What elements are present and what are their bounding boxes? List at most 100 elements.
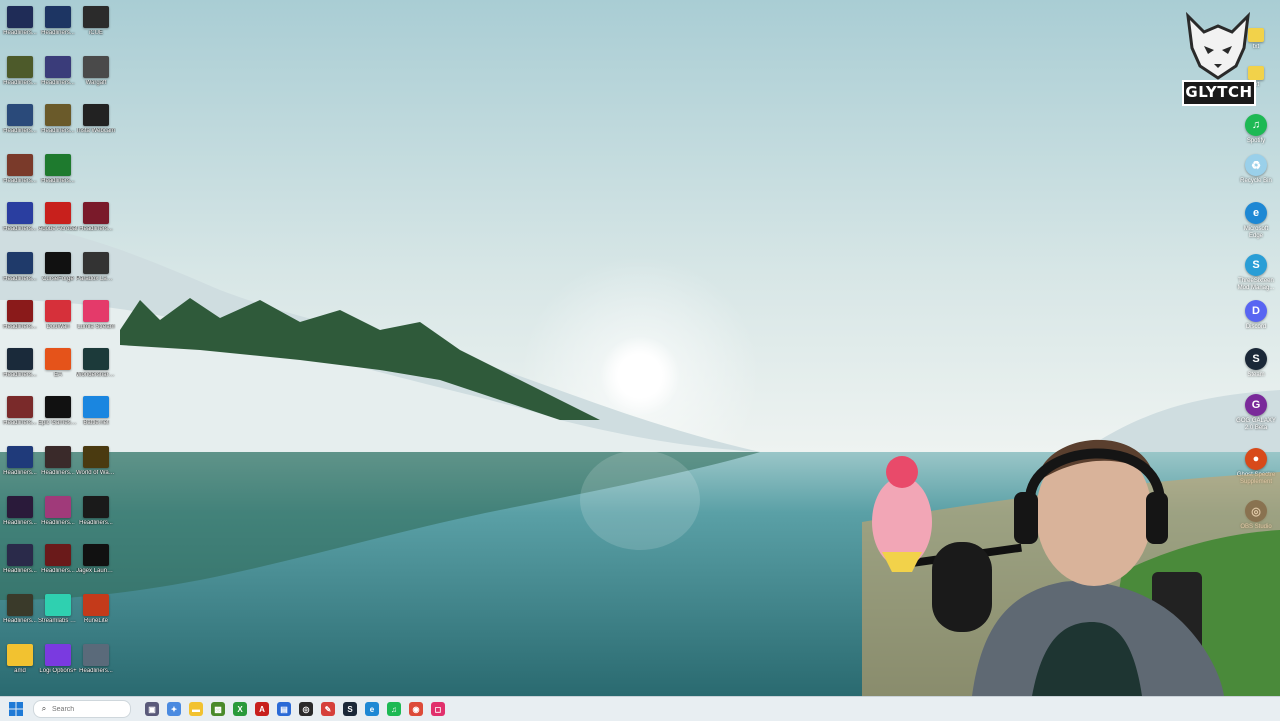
desktop-icon-label: Lumia Stream	[77, 324, 115, 330]
desktop-icon[interactable]: Headliners...	[2, 252, 38, 283]
steam-icon[interactable]: S	[343, 702, 357, 716]
desktop-icon[interactable]: EA	[40, 348, 76, 379]
app-thumbnail-icon	[7, 202, 33, 224]
desktop-icon[interactable]: S Steam	[1236, 348, 1276, 379]
minecraft-icon[interactable]: ▩	[211, 702, 225, 716]
desktop-icon[interactable]: RuneLite	[78, 594, 114, 625]
start-button[interactable]	[7, 700, 25, 718]
desktop-icon[interactable]: CurseForge	[40, 252, 76, 283]
app-thumbnail-icon	[7, 300, 33, 322]
desktop-icon-label: Recycle Bin	[1240, 178, 1272, 184]
desktop-icon[interactable]: e Microsoft Edge	[1236, 202, 1276, 240]
app-thumbnail-icon	[83, 594, 109, 616]
desktop-icon[interactable]: ♻ Recycle Bin	[1236, 154, 1276, 185]
taskbar-search[interactable]: ⌕	[33, 700, 131, 718]
desktop-icon-label: World of Warcraft	[76, 470, 116, 476]
desktop-icon[interactable]: amd	[2, 644, 38, 675]
desktop-icon[interactable]: Headliners...	[40, 496, 76, 527]
app-thumbnail-icon	[45, 446, 71, 468]
app-icon: e	[1245, 202, 1267, 224]
desktop-icon[interactable]: Headliners...	[2, 544, 38, 575]
desktop-icon[interactable]: Headliners...	[2, 56, 38, 87]
desktop-icon-label: Headliners...	[41, 30, 75, 36]
desktop-icon-label: Headliners...	[41, 520, 75, 526]
desktop-icon[interactable]: Battle.net	[78, 396, 114, 427]
desktop-icon[interactable]: Headliners...	[2, 154, 38, 185]
desktop-icon[interactable]: Headliners...	[40, 154, 76, 185]
chrome-icon[interactable]: ◉	[409, 702, 423, 716]
desktop-icon[interactable]: Headliners...	[40, 104, 76, 135]
search-input[interactable]	[50, 705, 122, 713]
desktop-icon[interactable]: Headliners...	[78, 202, 114, 233]
app-thumbnail-icon	[45, 6, 71, 28]
app-thumbnail-icon	[45, 56, 71, 78]
desktop-icon-label: Headliners...	[3, 372, 37, 378]
desktop-icon-label: Headliners...	[3, 80, 37, 86]
desktop-icon[interactable]: Headliners...	[40, 544, 76, 575]
desktop-icon-label: Headliners...	[3, 226, 37, 232]
desktop-icon-label: Headliners...	[41, 470, 75, 476]
app-thumbnail-icon	[83, 446, 109, 468]
desktop-icon[interactable]: Headliners...	[2, 496, 38, 527]
desktop-icon[interactable]: Headliners...	[2, 446, 38, 477]
desktop-icon[interactable]: Paradox Launcher v2	[76, 252, 116, 283]
desktop-icon[interactable]: Streamlabs Desktop	[38, 594, 78, 625]
desktop-icon[interactable]: Epic Games Launcher	[38, 396, 78, 427]
desktop-icon-label: Headliners...	[79, 226, 113, 232]
desktop-icon[interactable]: Lumia Stream	[77, 300, 115, 331]
desktop-icon[interactable]: Insta Webcam	[77, 104, 115, 135]
desktop-icon-label: Headliners...	[3, 520, 37, 526]
desktop-icon[interactable]: iCUE	[78, 6, 114, 37]
edge-icon[interactable]: e	[365, 702, 379, 716]
desktop-icon[interactable]: Headliners...	[2, 396, 38, 427]
desktop-icon[interactable]: Headliners...	[78, 496, 114, 527]
desktop-icon[interactable]: Headliners...	[2, 594, 38, 625]
app-thumbnail-icon	[83, 6, 109, 28]
desktop-icon[interactable]: Wondershare Filmora 13	[76, 348, 116, 379]
app-thumbnail-icon	[45, 300, 71, 322]
desktop-icon[interactable]: Adobe Acrobat	[38, 202, 78, 233]
desktop-icon-label: Headliners...	[41, 178, 75, 184]
store-icon[interactable]: ▤	[277, 702, 291, 716]
desktop-icon[interactable]: Headliners...	[2, 202, 38, 233]
app-thumbnail-icon	[45, 252, 71, 274]
paint-icon[interactable]: ✎	[321, 702, 335, 716]
app-icon: D	[1245, 300, 1267, 322]
instagram-icon[interactable]: ◻	[431, 702, 445, 716]
app-icon: S	[1245, 254, 1267, 276]
file-explorer-icon[interactable]: ▬	[189, 702, 203, 716]
app-thumbnail-icon	[83, 396, 109, 418]
desktop-icon[interactable]: D Discord	[1236, 300, 1276, 331]
desktop-icon[interactable]: Headliners...	[78, 644, 114, 675]
app-thumbnail-icon	[7, 104, 33, 126]
acrobat-icon[interactable]: A	[255, 702, 269, 716]
desktop-icon[interactable]: Headliners...	[2, 6, 38, 37]
desktop-icon[interactable]: World of Warcraft	[76, 446, 116, 477]
desktop-icon[interactable]: Wargaft	[78, 56, 114, 87]
spotify-icon[interactable]: ♫	[387, 702, 401, 716]
app-thumbnail-icon	[7, 154, 33, 176]
app-thumbnail-icon	[83, 348, 109, 370]
desktop-icon[interactable]: ♫ Spotify	[1236, 114, 1276, 145]
desktop-icon[interactable]: Headliners...	[40, 446, 76, 477]
desktop-icon[interactable]: Headliners...	[2, 348, 38, 379]
app-thumbnail-icon	[7, 56, 33, 78]
desktop-icon-label: Headliners...	[41, 568, 75, 574]
desktop-icon[interactable]: Headliners...	[40, 6, 76, 37]
desktop-icon-label: Wondershare Filmora 13	[76, 372, 116, 378]
desktop-icon[interactable]: Jagex Launcher	[76, 544, 116, 575]
obs-icon[interactable]: ◎	[299, 702, 313, 716]
desktop-icon[interactable]: Headliners...	[2, 104, 38, 135]
glytch-logo: GLYTCH	[1180, 6, 1256, 106]
desktop-icon[interactable]: Headliners...	[40, 56, 76, 87]
desktop-icon-label: Logi Options+	[39, 668, 77, 674]
copilot-icon[interactable]: ✦	[167, 702, 181, 716]
desktop-icon[interactable]: Logi Options+	[39, 644, 77, 675]
desktop-icon-label: CurseForge	[42, 276, 74, 282]
game-icon[interactable]: ▣	[145, 702, 159, 716]
xbox-icon[interactable]: X	[233, 702, 247, 716]
desktop-icon[interactable]: S ThreeSixteen Mod Manag...	[1236, 254, 1276, 292]
desktop-icon[interactable]: DouWan	[40, 300, 76, 331]
desktop-icon[interactable]: Headliners...	[2, 300, 38, 331]
desktop-icon-label: Headliners...	[3, 470, 37, 476]
